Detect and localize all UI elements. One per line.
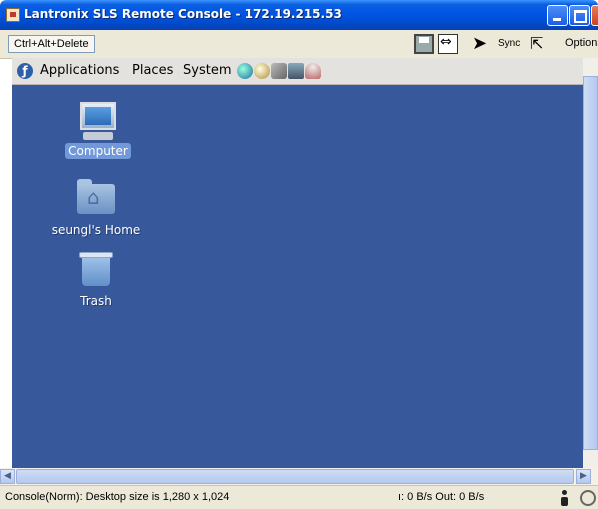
email-icon[interactable] <box>254 63 270 79</box>
console-toolbar: Ctrl+Alt+Delete ➤ Sync ⇱ Options <box>0 30 598 59</box>
horizontal-scroll-thumb[interactable] <box>16 469 574 484</box>
web-browser-icon[interactable] <box>237 63 253 79</box>
desktop-icon-computer[interactable]: Computer <box>48 102 148 159</box>
network-rate: ı: 0 B/s Out: 0 B/s <box>398 491 485 503</box>
save-icon[interactable] <box>414 34 434 54</box>
scroll-right-arrow-icon[interactable]: ▶ <box>576 469 591 484</box>
status-bar: Console(Norm): Desktop size is 1,280 x 1… <box>0 485 598 509</box>
window-title: Lantronix SLS Remote Console - 172.19.21… <box>24 7 342 21</box>
maximize-button[interactable] <box>569 5 590 26</box>
home-folder-icon <box>77 179 115 214</box>
scroll-left-arrow-icon[interactable]: ◀ <box>0 469 15 484</box>
gnome-foot-icon[interactable]: ƒ <box>17 63 33 79</box>
connection-icon <box>580 490 596 506</box>
applications-menu[interactable]: Applications <box>40 63 119 78</box>
remote-desktop-view[interactable]: ƒ Applications Places System Computer se… <box>12 58 598 468</box>
computer-icon <box>80 102 116 130</box>
single-cursor-icon[interactable]: ⇱ <box>530 34 550 54</box>
places-menu[interactable]: Places <box>132 63 173 78</box>
sound-icon[interactable] <box>271 63 287 79</box>
vertical-scroll-thumb[interactable] <box>583 76 598 450</box>
gnome-top-panel: ƒ Applications Places System <box>12 58 598 85</box>
user-icon <box>560 490 568 506</box>
desktop-icon-label: Computer <box>65 143 131 159</box>
minimize-button[interactable] <box>547 5 568 26</box>
fit-screen-icon[interactable] <box>438 34 458 54</box>
mouse-pointer-icon[interactable]: ➤ <box>472 34 492 54</box>
title-bar: Lantronix SLS Remote Console - 172.19.21… <box>0 0 598 30</box>
ctrl-alt-delete-button[interactable]: Ctrl+Alt+Delete <box>8 35 95 53</box>
desktop-icon-label: Trash <box>80 294 112 308</box>
options-menu[interactable]: Options <box>565 37 598 49</box>
status-message: Console(Norm): Desktop size is 1,280 x 1… <box>5 491 230 503</box>
desktop-icon-trash[interactable]: Trash <box>46 252 146 309</box>
desktop-icon-label: seungl's Home <box>51 223 141 237</box>
screenshot-icon[interactable] <box>288 63 304 79</box>
vertical-scrollbar[interactable] <box>583 58 598 468</box>
help-icon[interactable] <box>305 63 321 79</box>
close-button[interactable] <box>591 5 598 26</box>
sync-button[interactable]: Sync <box>498 38 520 49</box>
trash-icon <box>79 252 113 286</box>
java-app-icon <box>6 8 20 22</box>
horizontal-scrollbar[interactable]: ◀ ▶ <box>0 468 598 485</box>
system-menu[interactable]: System <box>183 63 231 78</box>
desktop-icon-home[interactable]: seungl's Home <box>46 179 146 238</box>
